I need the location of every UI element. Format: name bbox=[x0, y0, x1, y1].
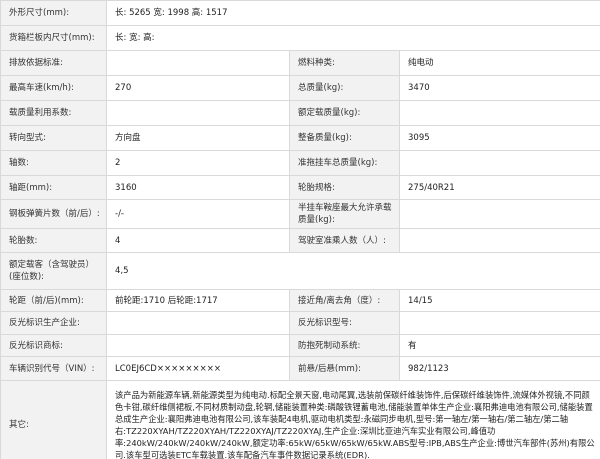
row-label: 反光标识商标: bbox=[0, 334, 107, 357]
row-label: 轮胎规格: bbox=[289, 175, 400, 200]
notes-text: 该产品为新能源车辆,新能源类型为纯电动.标配全景天窗,电动尾翼,选装前保碳纤维装… bbox=[105, 380, 600, 459]
row-label: 防抱死制动系统: bbox=[289, 334, 400, 357]
row-label: 轮距（前/后)(mm): bbox=[0, 289, 107, 312]
notes-row: 其它: 该产品为新能源车辆,新能源类型为纯电动.标配全景天窗,电动尾翼,选装前保… bbox=[0, 380, 600, 459]
row-value: 982/1123 bbox=[398, 356, 600, 381]
row-label: 钢板弹簧片数（前/后）: bbox=[0, 199, 107, 229]
table-row: 反光标识生产企业: 反光标识型号: bbox=[0, 311, 600, 335]
row-label: 车辆识别代号（VIN）: bbox=[0, 356, 107, 381]
row-value: 2 bbox=[106, 150, 290, 176]
table-row: 钢板弹簧片数（前/后）: -/- 半挂车鞍座最大允许承载质量(kg): bbox=[0, 199, 600, 229]
row-label: 准拖挂车总质量(kg): bbox=[289, 150, 400, 176]
row-label: 总质量(kg): bbox=[289, 75, 400, 101]
row-value: LC0EJ6CD××××××××× bbox=[106, 356, 290, 381]
row-value: 270 bbox=[106, 75, 290, 101]
row-value: 3470 bbox=[398, 75, 600, 101]
table-row: 外形尺寸(mm): 长: 5265 宽: 1998 高: 1517 bbox=[0, 0, 600, 26]
row-value bbox=[398, 150, 600, 176]
row-label: 外形尺寸(mm): bbox=[0, 0, 107, 26]
row-value: 14/15 bbox=[398, 289, 600, 312]
row-label: 排放依据标准: bbox=[0, 50, 107, 76]
table-row: 反光标识商标: 防抱死制动系统: 有 bbox=[0, 334, 600, 357]
row-label: 额定载质量(kg): bbox=[289, 100, 400, 126]
row-value: 长: 宽: 高: bbox=[105, 25, 600, 51]
row-label: 接近角/离去角（度）: bbox=[289, 289, 400, 312]
row-label: 反光标识型号: bbox=[289, 311, 400, 335]
row-value: 3095 bbox=[398, 125, 600, 151]
row-value: 方向盘 bbox=[106, 125, 290, 151]
row-value bbox=[398, 228, 600, 253]
row-value bbox=[398, 311, 600, 335]
table-row: 车辆识别代号（VIN）: LC0EJ6CD××××××××× 前悬/后悬(mm)… bbox=[0, 356, 600, 381]
row-value: 4 bbox=[106, 228, 290, 253]
row-value: 4,5 bbox=[105, 252, 600, 290]
row-value: 前轮距:1710 后轮距:1717 bbox=[106, 289, 290, 312]
row-label: 额定载客（含驾驶员）(座位数): bbox=[0, 252, 107, 290]
row-value bbox=[398, 199, 600, 229]
row-label: 反光标识生产企业: bbox=[0, 311, 107, 335]
row-label: 轴距(mm): bbox=[0, 175, 107, 200]
row-value: 3160 bbox=[106, 175, 290, 200]
row-value: 275/40R21 bbox=[398, 175, 600, 200]
row-label: 载质量利用系数: bbox=[0, 100, 107, 126]
row-label: 驾驶室准乘人数（人）: bbox=[289, 228, 400, 253]
row-label: 最高车速(km/h): bbox=[0, 75, 107, 101]
row-label: 轴数: bbox=[0, 150, 107, 176]
table-row: 轮距（前/后)(mm): 前轮距:1710 后轮距:1717 接近角/离去角（度… bbox=[0, 289, 600, 312]
row-value: -/- bbox=[106, 199, 290, 229]
table-row: 轴数: 2 准拖挂车总质量(kg): bbox=[0, 150, 600, 176]
row-value bbox=[398, 100, 600, 126]
row-label: 燃料种类: bbox=[289, 50, 400, 76]
row-value bbox=[106, 311, 290, 335]
row-value bbox=[106, 100, 290, 126]
table-row: 排放依据标准: 燃料种类: 纯电动 bbox=[0, 50, 600, 76]
row-value bbox=[106, 334, 290, 357]
row-label: 前悬/后悬(mm): bbox=[289, 356, 400, 381]
vehicle-spec-table: 外形尺寸(mm): 长: 5265 宽: 1998 高: 1517 货箱栏板内尺… bbox=[0, 0, 600, 459]
table-row: 转向型式: 方向盘 整备质量(kg): 3095 bbox=[0, 125, 600, 151]
row-value: 长: 5265 宽: 1998 高: 1517 bbox=[105, 0, 600, 26]
row-value: 有 bbox=[398, 334, 600, 357]
row-label: 货箱栏板内尺寸(mm): bbox=[0, 25, 107, 51]
notes-label: 其它: bbox=[0, 380, 107, 459]
row-label: 转向型式: bbox=[0, 125, 107, 151]
row-value bbox=[106, 50, 290, 76]
row-value: 纯电动 bbox=[398, 50, 600, 76]
table-row: 轮胎数: 4 驾驶室准乘人数（人）: bbox=[0, 228, 600, 253]
row-label: 整备质量(kg): bbox=[289, 125, 400, 151]
row-label: 半挂车鞍座最大允许承载质量(kg): bbox=[289, 199, 400, 229]
table-row: 货箱栏板内尺寸(mm): 长: 宽: 高: bbox=[0, 25, 600, 51]
table-row: 载质量利用系数: 额定载质量(kg): bbox=[0, 100, 600, 126]
row-label: 轮胎数: bbox=[0, 228, 107, 253]
table-row: 额定载客（含驾驶员）(座位数): 4,5 bbox=[0, 252, 600, 290]
table-row: 最高车速(km/h): 270 总质量(kg): 3470 bbox=[0, 75, 600, 101]
table-row: 轴距(mm): 3160 轮胎规格: 275/40R21 bbox=[0, 175, 600, 200]
